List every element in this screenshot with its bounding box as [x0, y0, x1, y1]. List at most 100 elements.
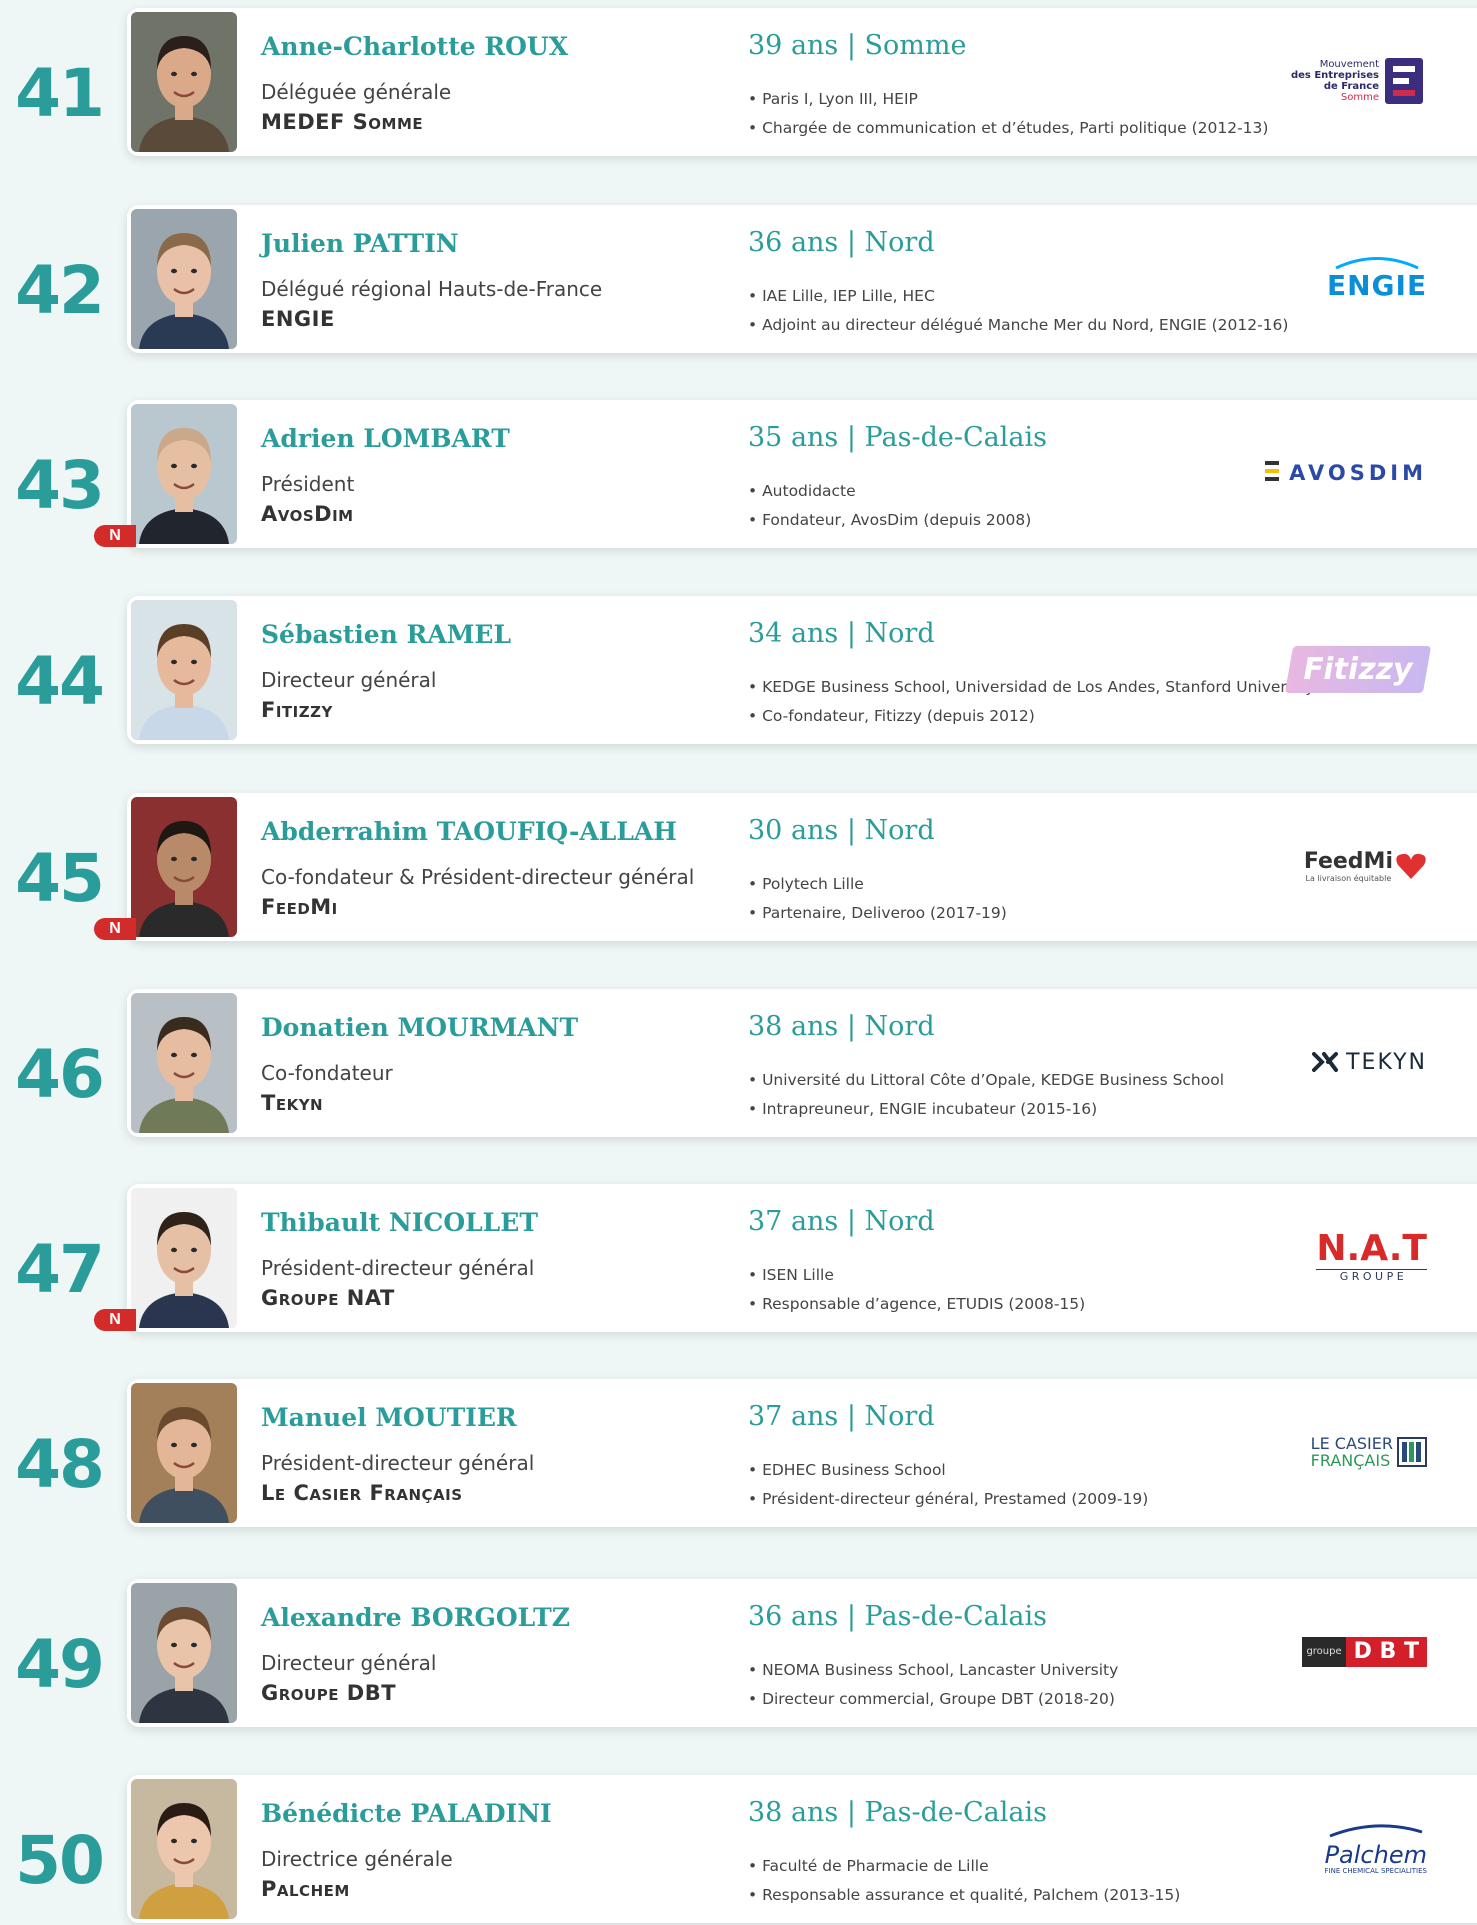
- engie-logo: ENGIE: [1252, 235, 1427, 321]
- company-name: ENGIE: [261, 307, 335, 331]
- avosdim-logo: AVOSDIM: [1252, 430, 1427, 516]
- experience-line: • Adjoint au directeur délégué Manche Me…: [748, 316, 1289, 334]
- experience-line: • Directeur commercial, Groupe DBT (2018…: [748, 1690, 1115, 1708]
- rank-number: 46: [15, 1036, 105, 1113]
- portrait-photo: [131, 600, 237, 740]
- person-name: Abderrahim TAOUFIQ-ALLAH: [261, 817, 677, 846]
- education-line: • NEOMA Business School, Lancaster Unive…: [748, 1661, 1119, 1679]
- person-name: Alexandre BORGOLTZ: [261, 1603, 571, 1632]
- logo-text: Fitizzy: [1300, 651, 1417, 687]
- company-name: AvosDim: [261, 502, 354, 526]
- rank-number: 48: [15, 1426, 105, 1503]
- person-name: Manuel MOUTIER: [261, 1403, 517, 1432]
- experience-line: • Co-fondateur, Fitizzy (depuis 2012): [748, 707, 1035, 725]
- medef-e-icon: [1385, 58, 1423, 104]
- profile-card: N Thibault NICOLLET Président-directeur …: [94, 1184, 1477, 1332]
- age-region: 30 ans | Nord: [748, 815, 935, 846]
- person-name: Julien PATTIN: [261, 229, 459, 258]
- profile-card: N Adrien LOMBART Président AvosDim 35 an…: [94, 400, 1477, 548]
- logo-line: Somme: [1340, 92, 1379, 103]
- age-region: 37 ans | Nord: [748, 1401, 935, 1432]
- experience-line: • Responsable d’agence, ETUDIS (2008-15): [748, 1295, 1086, 1313]
- education-line: • Autodidacte: [748, 482, 856, 500]
- portrait-photo: [131, 404, 237, 544]
- portrait-photo: [131, 797, 237, 937]
- tekyn-logo: TEKYN: [1252, 1019, 1427, 1105]
- feedmi-logo: FeedMi La livraison équitable: [1252, 823, 1427, 909]
- person-role: Co-fondateur & Président-directeur génér…: [261, 865, 695, 889]
- ranking-entry: 43 N Adrien LOMBART Président AvosDim 35…: [0, 400, 1477, 550]
- age-region: 34 ans | Nord: [748, 618, 935, 649]
- education-line: • Paris I, Lyon III, HEIP: [748, 90, 918, 108]
- ranking-entry: 47 N Thibault NICOLLET Président-directe…: [0, 1184, 1477, 1334]
- company-name: FeedMi: [261, 895, 338, 919]
- ranking-entry: 44 Sébastien RAMEL Directeur général Fit…: [0, 596, 1477, 746]
- palchem-swoosh-icon: [1329, 1823, 1423, 1837]
- company-name: Groupe DBT: [261, 1681, 397, 1705]
- profile-card: Alexandre BORGOLTZ Directeur général Gro…: [127, 1579, 1477, 1727]
- new-entry-badge: N: [94, 918, 136, 940]
- portrait-photo: [131, 1383, 237, 1523]
- profile-card: Anne-Charlotte ROUX Déléguée générale ME…: [127, 8, 1477, 156]
- experience-line: • Fondateur, AvosDim (depuis 2008): [748, 511, 1032, 529]
- person-name: Bénédicte PALADINI: [261, 1799, 552, 1828]
- experience-line: • Intrapreuneur, ENGIE incubateur (2015-…: [748, 1100, 1098, 1118]
- person-role: Délégué régional Hauts-de-France: [261, 277, 603, 301]
- ranking-entry: 42 Julien PATTIN Délégué régional Hauts-…: [0, 205, 1477, 355]
- portrait-photo: [131, 993, 237, 1133]
- education-line: • IAE Lille, IEP Lille, HEC: [748, 287, 935, 305]
- profile-card: Donatien MOURMANT Co-fondateur Tekyn 38 …: [127, 989, 1477, 1137]
- age-region: 39 ans | Somme: [748, 30, 967, 61]
- logo-subtext: FRANÇAIS: [1310, 1451, 1391, 1470]
- experience-line: • Responsable assurance et qualité, Palc…: [748, 1886, 1181, 1904]
- person-name: Adrien LOMBART: [261, 424, 510, 453]
- age-region: 36 ans | Nord: [748, 227, 935, 258]
- company-name: Palchem: [261, 1877, 350, 1901]
- person-name: Anne-Charlotte ROUX: [261, 32, 569, 61]
- person-role: Président: [261, 472, 355, 496]
- ranking-entry: 48 Manuel MOUTIER Président-directeur gé…: [0, 1379, 1477, 1529]
- experience-line: • Président-directeur général, Prestamed…: [748, 1490, 1149, 1508]
- education-line: • Polytech Lille: [748, 875, 864, 893]
- education-line: • KEDGE Business School, Universidad de …: [748, 678, 1315, 696]
- age-region: 38 ans | Pas-de-Calais: [748, 1797, 1047, 1828]
- person-role: Directeur général: [261, 1651, 437, 1675]
- logo-subtext: FINE CHEMICAL SPECIALITIES: [1324, 1866, 1427, 1875]
- ranking-entry: 45 N Abderrahim TAOUFIQ-ALLAH Co-fondate…: [0, 793, 1477, 943]
- person-name: Sébastien RAMEL: [261, 620, 512, 649]
- education-line: • Faculté de Pharmacie de Lille: [748, 1857, 989, 1875]
- profile-card: Julien PATTIN Délégué régional Hauts-de-…: [127, 205, 1477, 353]
- new-entry-badge: N: [94, 525, 136, 547]
- rank-number: 45: [15, 840, 105, 917]
- person-role: Directrice générale: [261, 1847, 453, 1871]
- engie-arc-icon: [1335, 256, 1419, 269]
- crate-icon: [1397, 1437, 1427, 1467]
- portrait-photo: [131, 1188, 237, 1328]
- logo-subtext: La livraison équitable: [1305, 874, 1392, 883]
- age-region: 38 ans | Nord: [748, 1011, 935, 1042]
- rank-number: 41: [15, 55, 105, 132]
- education-line: • EDHEC Business School: [748, 1461, 946, 1479]
- portrait-photo: [131, 209, 237, 349]
- age-region: 36 ans | Pas-de-Calais: [748, 1601, 1047, 1632]
- logo-text: AVOSDIM: [1289, 461, 1427, 485]
- logo-subtext: groupe: [1302, 1637, 1346, 1667]
- person-role: Co-fondateur: [261, 1061, 393, 1085]
- company-name: Tekyn: [261, 1091, 324, 1115]
- medef-logo: Mouvement des Entreprises de France Somm…: [1252, 38, 1427, 124]
- profile-card: Bénédicte PALADINI Directrice générale P…: [127, 1775, 1477, 1923]
- company-name: Groupe NAT: [261, 1286, 395, 1310]
- ranking-entry: 49 Alexandre BORGOLTZ Directeur général …: [0, 1579, 1477, 1729]
- person-role: Directeur général: [261, 668, 437, 692]
- person-role: Président-directeur général: [261, 1451, 535, 1475]
- dbt-logo: groupe D B T: [1252, 1609, 1427, 1695]
- nat-logo: N.A.T G R O U P E: [1252, 1214, 1427, 1300]
- company-name: Le Casier Français: [261, 1481, 463, 1505]
- person-role: Déléguée générale: [261, 80, 452, 104]
- casier-francais-logo: LE CASIER FRANÇAIS: [1252, 1409, 1427, 1495]
- heart-icon: [1396, 853, 1426, 879]
- experience-line: • Chargée de communication et d’études, …: [748, 119, 1269, 137]
- logo-text: TEKYN: [1346, 1049, 1427, 1075]
- logo-text: LE CASIER: [1310, 1434, 1393, 1453]
- person-role: Président-directeur général: [261, 1256, 535, 1280]
